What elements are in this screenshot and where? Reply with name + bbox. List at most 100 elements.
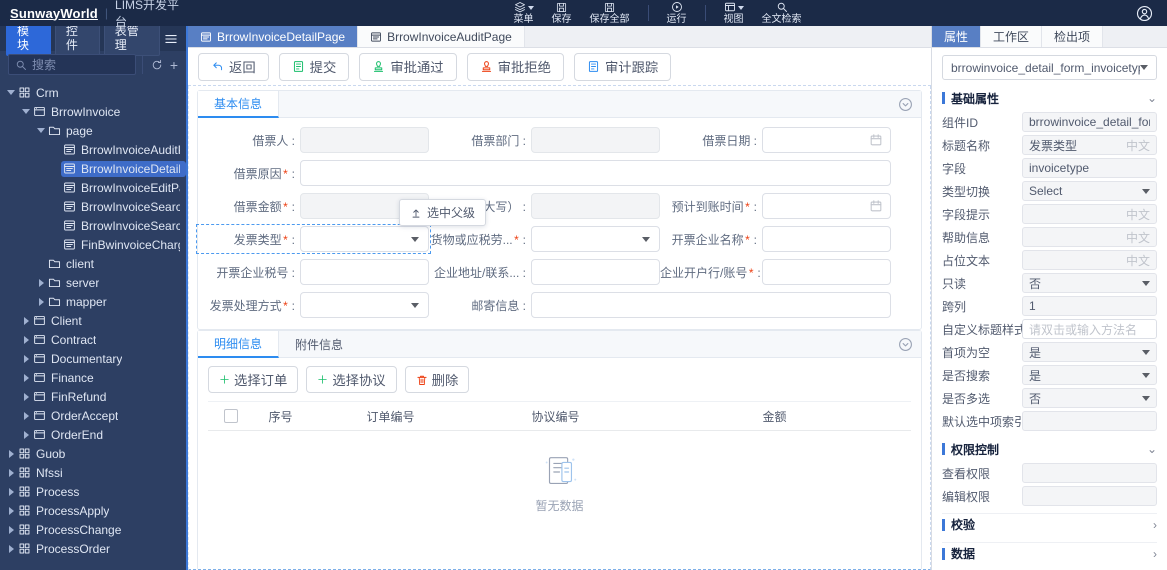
- user-avatar-icon[interactable]: [1136, 5, 1153, 22]
- field-input-金额（大写）[interactable]: [531, 193, 660, 219]
- tree-item-crm[interactable]: Crm: [0, 83, 186, 102]
- collapse-basic-icon[interactable]: [898, 97, 913, 112]
- tree-item-processorder[interactable]: ProcessOrder: [0, 539, 186, 558]
- select-parent-button[interactable]: 选中父级: [399, 199, 487, 226]
- tree-collapsed-caret-icon[interactable]: [6, 544, 16, 553]
- tree-item-brrowinvoicesearchdealpage[interactable]: BrrowInvoiceSearchDealPage: [0, 197, 186, 216]
- tree-expanded-caret-icon[interactable]: [36, 128, 46, 133]
- property-select-首项为空[interactable]: 是: [1022, 342, 1157, 362]
- tree-collapsed-caret-icon[interactable]: [21, 373, 31, 382]
- tree-item-brrowinvoicedetailpage[interactable]: BrrowInvoiceDetailPage: [0, 159, 186, 178]
- tree-item-documentary[interactable]: Documentary: [0, 349, 186, 368]
- tree-collapsed-caret-icon[interactable]: [6, 449, 16, 458]
- field-input-开票企业名称[interactable]: [762, 226, 891, 252]
- field-input-借票部门[interactable]: [531, 127, 660, 153]
- tree-item-mapper[interactable]: mapper: [0, 292, 186, 311]
- field-select-货物或应税劳...[interactable]: [531, 226, 660, 252]
- tree-item-guob[interactable]: Guob: [0, 444, 186, 463]
- section-基础属性[interactable]: 基础属性 ⌄: [942, 87, 1157, 109]
- property-input-占位文本[interactable]: 中文: [1022, 250, 1157, 270]
- tab-明细信息[interactable]: 明细信息: [198, 330, 280, 358]
- tree-collapsed-caret-icon[interactable]: [6, 525, 16, 534]
- toolbar-run[interactable]: 运行: [667, 1, 687, 25]
- tree-collapsed-caret-icon[interactable]: [21, 392, 31, 401]
- tree-item-orderaccept[interactable]: OrderAccept: [0, 406, 186, 425]
- tree-item-processapply[interactable]: ProcessApply: [0, 501, 186, 520]
- inspector-tab-工作区[interactable]: 工作区: [981, 26, 1043, 47]
- inspector-tab-检出项[interactable]: 检出项: [1042, 26, 1104, 47]
- tree-item-page[interactable]: page: [0, 121, 186, 140]
- property-select-是否多选[interactable]: 否: [1022, 388, 1157, 408]
- tree-item-process[interactable]: Process: [0, 482, 186, 501]
- field-input-开票企业税号[interactable]: [300, 259, 429, 285]
- tree-collapsed-caret-icon[interactable]: [36, 278, 46, 287]
- back-button[interactable]: 返回: [198, 52, 269, 81]
- tree-collapsed-caret-icon[interactable]: [21, 430, 31, 439]
- select-agreement-button[interactable]: 选择协议: [306, 366, 397, 393]
- reject-button[interactable]: 审批拒绝: [466, 52, 564, 81]
- approve-button[interactable]: 审批通过: [359, 52, 457, 81]
- add-icon[interactable]: +: [170, 58, 178, 72]
- tree-item-nfssi[interactable]: Nfssi: [0, 463, 186, 482]
- select-order-button[interactable]: 选择订单: [208, 366, 299, 393]
- design-canvas[interactable]: 基本信息 借票人 : 借票部门 : 借票日期 : 借票原因* : 借票金额* :金额（大…: [188, 86, 931, 570]
- tree-collapsed-caret-icon[interactable]: [6, 506, 16, 515]
- field-input-预计到账时间[interactable]: [762, 193, 891, 219]
- property-input-字段[interactable]: invoicetype: [1022, 158, 1157, 178]
- toolbar-full-text-search[interactable]: 全文检索: [762, 1, 802, 25]
- editor-tab-brrowinvoicedetailpage[interactable]: BrrowInvoiceDetailPage: [188, 26, 359, 47]
- tree-item-finance[interactable]: Finance: [0, 368, 186, 387]
- tree-item-brrowinvoicesearchpage[interactable]: BrrowInvoiceSearchPage: [0, 216, 186, 235]
- tree-item-processchange[interactable]: ProcessChange: [0, 520, 186, 539]
- audit-trail-button[interactable]: 审计跟踪: [573, 52, 672, 81]
- property-input-查看权限[interactable]: [1022, 463, 1157, 483]
- tree-item-contract[interactable]: Contract: [0, 330, 186, 349]
- refresh-icon[interactable]: [151, 59, 163, 71]
- section-数据[interactable]: 数据 ›: [942, 542, 1157, 564]
- property-input-编辑权限[interactable]: [1022, 486, 1157, 506]
- toolbar-menu[interactable]: 菜单: [514, 1, 534, 25]
- property-input-帮助信息[interactable]: 中文: [1022, 227, 1157, 247]
- tab-附件信息[interactable]: 附件信息: [279, 331, 359, 358]
- field-input-借票原因[interactable]: [300, 160, 891, 186]
- tree-collapsed-caret-icon[interactable]: [21, 335, 31, 344]
- field-input-企业地址/联系...[interactable]: [531, 259, 660, 285]
- property-input-自定义标题样式[interactable]: 请双击或输入方法名: [1022, 319, 1157, 339]
- property-select-类型切换[interactable]: Select: [1022, 181, 1157, 201]
- delete-button[interactable]: 删除: [404, 366, 470, 393]
- collapse-detail-icon[interactable]: [898, 337, 913, 352]
- editor-tab-brrowinvoiceauditpage[interactable]: BrrowInvoiceAuditPage: [358, 26, 525, 47]
- tree-collapsed-caret-icon[interactable]: [6, 468, 16, 477]
- search-input[interactable]: [32, 57, 129, 72]
- tree-item-server[interactable]: server: [0, 273, 186, 292]
- tree-expanded-caret-icon[interactable]: [6, 90, 16, 95]
- tree-item-finbwinvoicechargedetailpage[interactable]: FinBwinvoiceChargeDetailPage: [0, 235, 186, 254]
- toolbar-save[interactable]: 保存: [552, 1, 572, 25]
- field-input-借票日期[interactable]: [762, 127, 891, 153]
- section-权限控制[interactable]: 权限控制 ⌄: [942, 438, 1157, 460]
- inspector-tab-属性[interactable]: 属性: [932, 26, 982, 47]
- field-input-借票人[interactable]: [300, 127, 429, 153]
- select-all-checkbox[interactable]: [223, 409, 238, 423]
- property-input-字段提示[interactable]: 中文: [1022, 204, 1157, 224]
- tree-collapsed-caret-icon[interactable]: [21, 354, 31, 363]
- toolbar-save-all[interactable]: 保存全部: [590, 1, 630, 25]
- tree-collapsed-caret-icon[interactable]: [6, 487, 16, 496]
- property-select-是否搜索[interactable]: 是: [1022, 365, 1157, 385]
- tree-collapsed-caret-icon[interactable]: [21, 411, 31, 420]
- toolbar-view[interactable]: 视图: [724, 1, 744, 25]
- tree-item-brrowinvoice[interactable]: BrrowInvoice: [0, 102, 186, 121]
- tree-item-orderend[interactable]: OrderEnd: [0, 425, 186, 444]
- field-select-发票处理方式[interactable]: [300, 292, 429, 318]
- tree-item-finrefund[interactable]: FinRefund: [0, 387, 186, 406]
- property-input-跨列[interactable]: 1: [1022, 296, 1157, 316]
- tree-item-brrowinvoiceeditpage[interactable]: BrrowInvoiceEditPage: [0, 178, 186, 197]
- section-校验[interactable]: 校验 ›: [942, 513, 1157, 535]
- submit-button[interactable]: 提交: [278, 52, 350, 81]
- field-input-邮寄信息[interactable]: [531, 292, 891, 318]
- tree-collapsed-caret-icon[interactable]: [21, 316, 31, 325]
- tree-expanded-caret-icon[interactable]: [21, 109, 31, 114]
- hamburger-menu-icon[interactable]: [164, 33, 178, 45]
- tab-basic-info[interactable]: 基本信息: [198, 90, 280, 118]
- property-input-组件ID[interactable]: brrowinvoice_detail_form_invoicetype: [1022, 112, 1157, 132]
